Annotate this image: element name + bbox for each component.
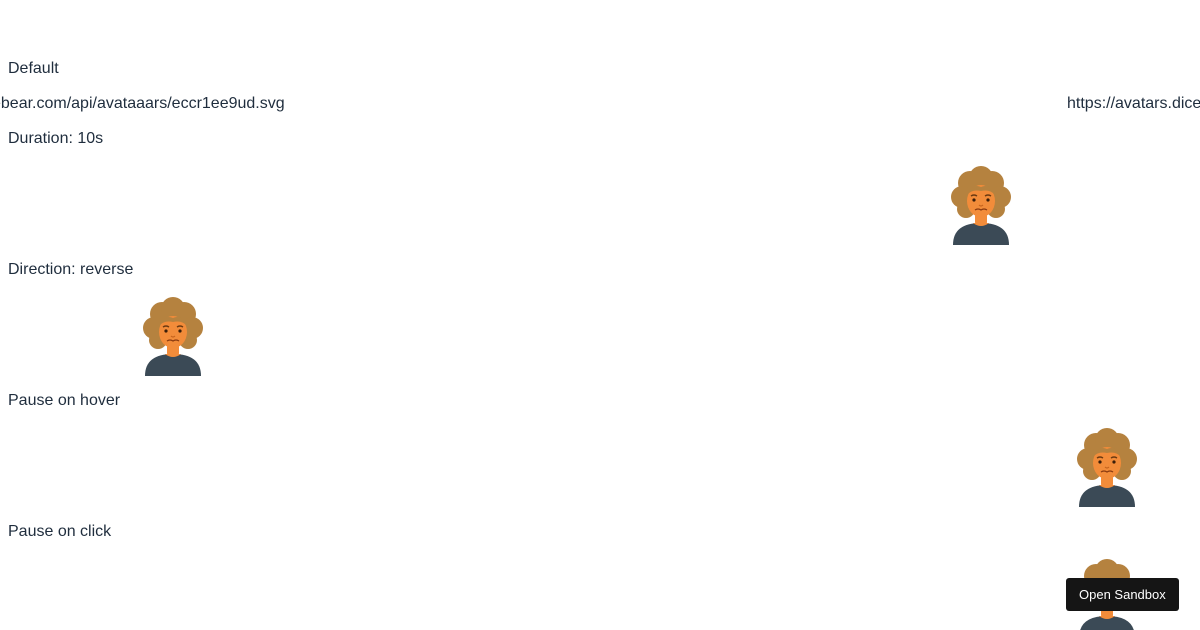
section-label-pause-click: Pause on click [8, 523, 112, 540]
marquee-pause-on-hover[interactable] [0, 422, 1200, 512]
section-label-default: Default [8, 60, 59, 77]
marquee-url-text: ebear.com/api/avataaars/eccr1ee9ud.svg [0, 95, 285, 112]
section-label-duration: Duration: 10s [8, 130, 104, 147]
avatar-icon [140, 296, 206, 376]
marquee-url-text: https://avatars.dice [1067, 95, 1200, 112]
section-label-pause-hover: Pause on hover [8, 392, 121, 409]
marquee-demo-page: Default ebear.com/api/avataaars/eccr1ee9… [0, 0, 1200, 630]
marquee-duration [0, 160, 1200, 250]
avatar-icon [948, 165, 1014, 245]
open-sandbox-button[interactable]: Open Sandbox [1066, 578, 1179, 611]
section-label-direction: Direction: reverse [8, 261, 134, 278]
marquee-direction-reverse [0, 291, 1200, 381]
marquee-default: ebear.com/api/avataaars/eccr1ee9ud.svg h… [0, 94, 1200, 116]
marquee-pause-on-click[interactable] [0, 553, 1200, 630]
avatar-icon [1074, 427, 1140, 507]
